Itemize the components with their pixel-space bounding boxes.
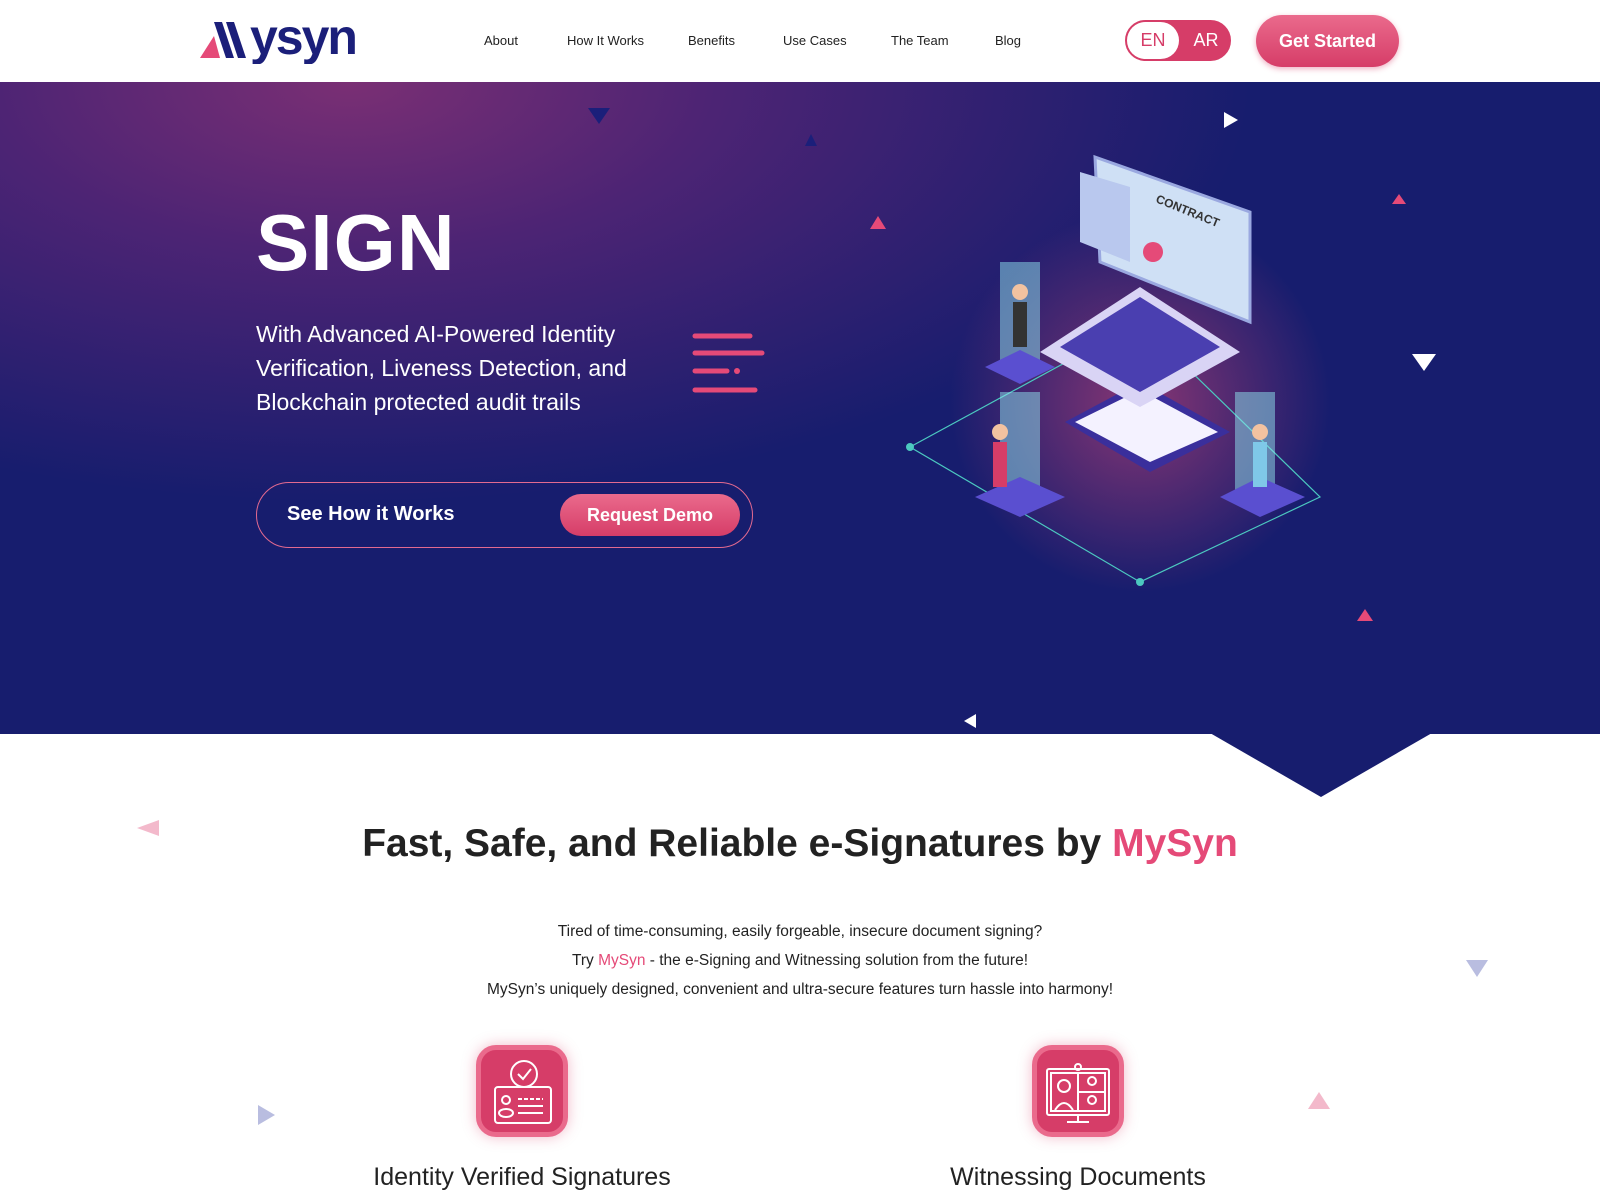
mysyn-logo[interactable]: ysyn: [200, 14, 384, 64]
triangle-decoration: [1308, 1092, 1330, 1109]
intro-line: Tired of time-consuming, easily forgeabl…: [557, 923, 1043, 940]
nav-blog[interactable]: Blog: [995, 33, 1021, 48]
hero-subtitle: With Advanced AI-Powered Identity Verifi…: [256, 321, 627, 415]
heading-brand: MySyn: [1112, 822, 1238, 865]
video-call-icon: [1032, 1045, 1124, 1137]
triangle-decoration: [1392, 194, 1406, 204]
feature-title: Identity Verified Signatures: [373, 1163, 671, 1191]
nav-benefits[interactable]: Benefits: [688, 33, 735, 48]
triangle-decoration: [964, 714, 976, 728]
triangle-decoration: [1357, 609, 1373, 621]
navbar: ysyn About How It Works Benefits Use Cas…: [0, 0, 1600, 82]
heading-text: Fast, Safe, and Reliable e-Signatures by: [362, 822, 1113, 865]
nav-about[interactable]: About: [484, 33, 518, 48]
triangle-decoration: [258, 1105, 275, 1125]
get-started-button[interactable]: Get Started: [1256, 15, 1399, 67]
triangle-decoration: [870, 216, 886, 229]
nav-use-cases[interactable]: Use Cases: [783, 33, 847, 48]
nav-how-it-works[interactable]: How It Works: [567, 33, 644, 48]
e-signature-illustration: CONTRACT: [906, 154, 1330, 592]
triangle-decoration: [805, 134, 817, 146]
svg-text:ysyn: ysyn: [250, 14, 356, 64]
triangle-decoration: [588, 108, 610, 124]
triangle-decoration: [1224, 112, 1238, 128]
intro-line: MySyn’s uniquely designed, convenient an…: [486, 981, 1114, 998]
see-how-it-works-button[interactable]: See How it Works: [287, 503, 454, 526]
intro-line: - the e-Signing and Witnessing solution …: [645, 952, 1029, 969]
id-card-check-icon: [476, 1045, 568, 1137]
brand-link: MySyn: [598, 952, 646, 969]
intro-heading: Fast, Safe, and Reliable e-Signatures by…: [0, 822, 1600, 866]
lines-decoration-icon: [692, 333, 765, 393]
lang-ar[interactable]: AR: [1183, 22, 1229, 59]
feature-title: Witnessing Documents: [950, 1163, 1206, 1191]
nav-the-team[interactable]: The Team: [891, 33, 949, 48]
request-demo-button[interactable]: Request Demo: [560, 494, 740, 536]
language-toggle[interactable]: EN AR: [1125, 20, 1231, 61]
hero-cta-group: See How it Works Request Demo: [256, 482, 753, 548]
hero-notch: [1210, 733, 1432, 797]
lang-en[interactable]: EN: [1127, 22, 1179, 59]
intro-paragraph: Tired of time-consuming, easily forgeabl…: [0, 917, 1600, 1004]
intro-line: Try: [571, 952, 599, 969]
triangle-decoration: [1412, 354, 1436, 371]
hero-title: SIGN: [256, 198, 456, 287]
hero-section: SIGN With Advanced AI-Powered Identity V…: [0, 82, 1600, 734]
